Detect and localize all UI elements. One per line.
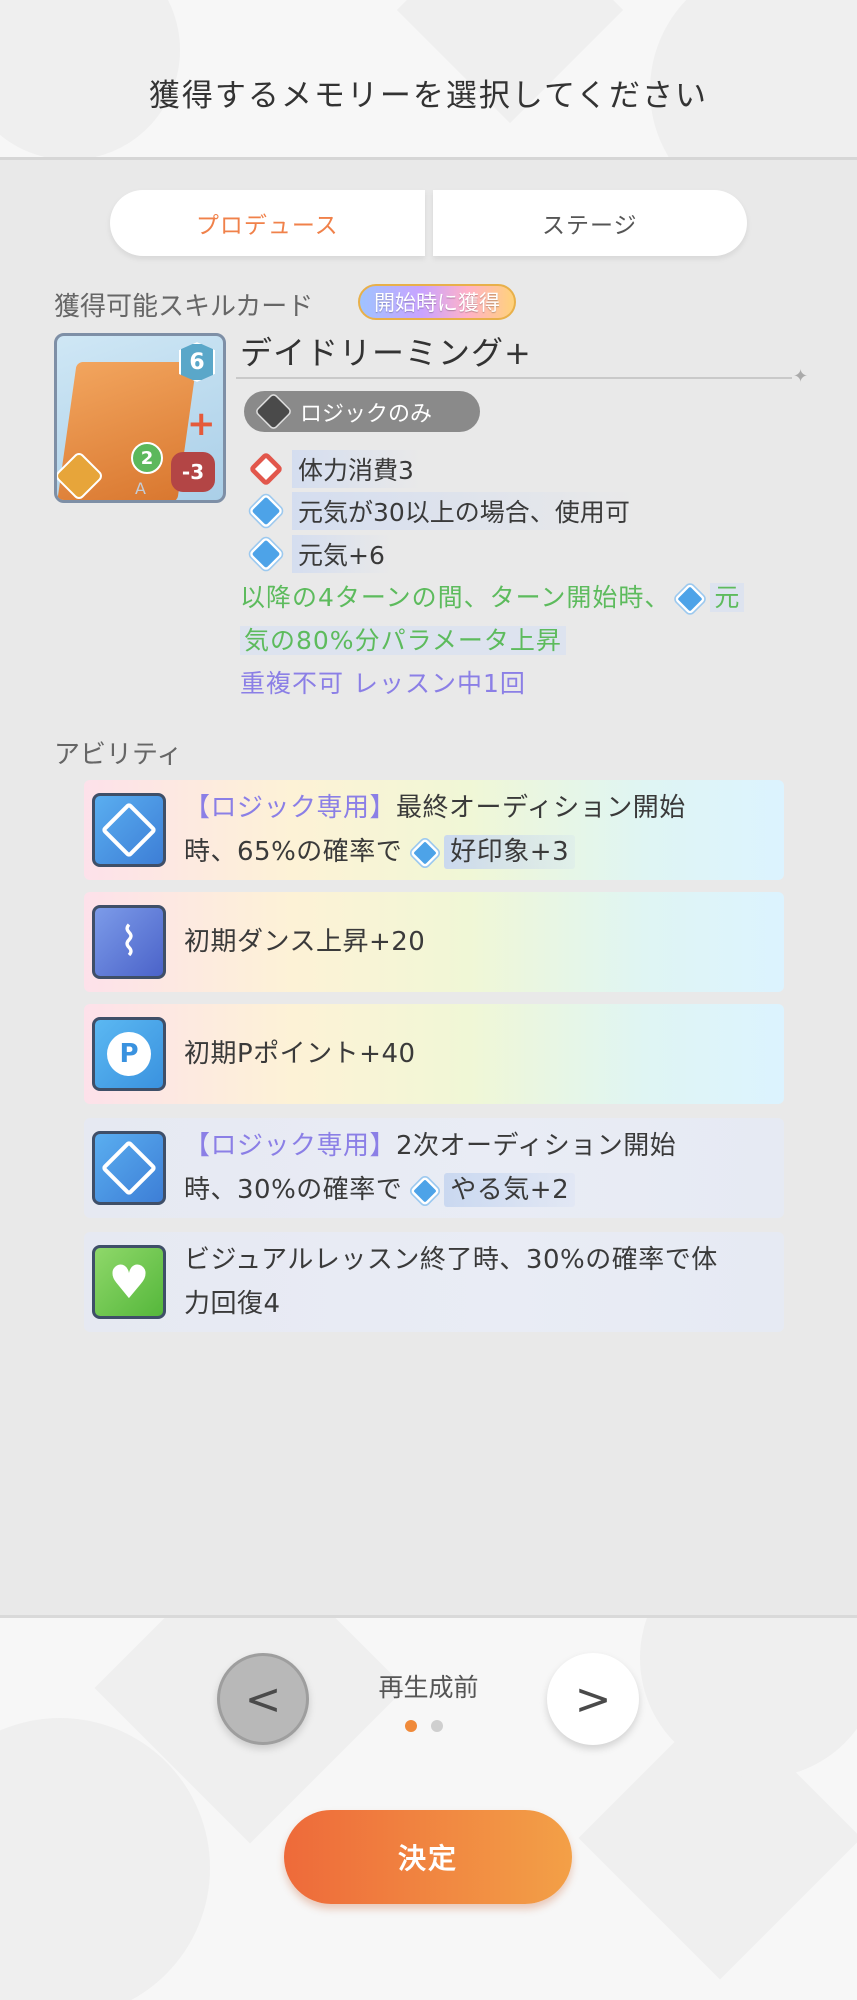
chevron-right-icon: >: [574, 1673, 612, 1725]
tab-stage[interactable]: ステージ: [432, 190, 747, 256]
ability-effect: 好印象+3: [444, 835, 576, 869]
ability-item: ♥ ビジュアルレッスン終了時、30%の確率で体 力回復4: [84, 1232, 784, 1332]
skill-card-name: デイドリーミング+: [240, 334, 532, 372]
effect-description-highlight: 元: [710, 583, 745, 612]
ability-line2: 時、65%の確率で: [184, 837, 403, 867]
effect-text: 体力消費3: [292, 450, 420, 488]
cost-badge: 6: [179, 342, 215, 382]
header: 獲得するメモリーを選択してください: [0, 0, 857, 160]
effect-text: 元気+6: [292, 535, 391, 573]
genki-icon: [248, 493, 284, 529]
effect-description-line2: 気の80%分パラメータ上昇: [240, 626, 566, 655]
skill-card-thumbnail[interactable]: 6 + 2 A -3: [54, 333, 226, 503]
type-pill: ロジックのみ: [244, 391, 480, 432]
ability-item: ⌇ 初期ダンス上昇+20: [84, 892, 784, 992]
ability-line1: ビジュアルレッスン終了時、30%の確率で体: [184, 1245, 718, 1275]
next-button[interactable]: >: [547, 1653, 639, 1745]
effect-text: 元気が30以上の場合、使用可: [292, 492, 636, 530]
level-badge: 2: [131, 442, 163, 474]
tab-bar: プロデュース ステージ: [110, 190, 747, 256]
ability-effect: やる気+2: [444, 1173, 576, 1207]
stamina-cost-icon: [248, 451, 284, 487]
ability-line1: 2次オーディション開始: [396, 1131, 677, 1161]
ability-text: 【ロジック専用】2次オーディション開始 時、30%の確率で やる気+2: [184, 1124, 764, 1212]
effect-description: 以降の4ターンの間、ターン開始時、 元: [240, 578, 745, 615]
effect-description: 気の80%分パラメータ上昇: [240, 621, 566, 657]
acquire-at-start-badge: 開始時に獲得: [358, 284, 516, 320]
effect-row: 元気が30以上の場合、使用可: [248, 492, 636, 530]
dance-shoe-icon: ⌇: [92, 905, 166, 979]
good-impression-icon: [410, 837, 441, 868]
page-title: 獲得するメモリーを選択してください: [148, 78, 709, 114]
ability-text: ビジュアルレッスン終了時、30%の確率で体 力回復4: [184, 1238, 764, 1326]
motivation-icon: [410, 1175, 441, 1206]
divider: [236, 377, 792, 379]
logic-diamond-icon: [92, 1131, 166, 1205]
logic-icon: [254, 392, 293, 431]
effect-row: 体力消費3: [248, 450, 420, 488]
confirm-button[interactable]: 決定: [284, 1810, 572, 1904]
usage-limit-text: 重複不可 レッスン中1回: [240, 669, 526, 698]
rank-label: A: [135, 479, 146, 498]
heart-icon: ♥: [92, 1245, 166, 1319]
page-indicator: [405, 1720, 443, 1732]
ability-section-label: アビリティ: [54, 740, 183, 770]
p-point-icon: P: [92, 1017, 166, 1091]
page-dot-active: [405, 1720, 417, 1732]
ability-line2: 時、30%の確率で: [184, 1175, 403, 1205]
ability-item: 【ロジック専用】最終オーディション開始 時、65%の確率で 好印象+3: [84, 780, 784, 880]
ability-text: 初期ダンス上昇+20: [184, 927, 426, 957]
logic-diamond-icon: [92, 793, 166, 867]
skill-section-label: 獲得可能スキルカード: [54, 292, 314, 322]
effect-row: 元気+6: [248, 535, 391, 573]
genki-icon: [248, 536, 284, 572]
type-pill-label: ロジックのみ: [300, 401, 433, 427]
ability-tag: 【ロジック専用】: [184, 793, 397, 823]
hp-cost-badge: -3: [171, 452, 215, 492]
ability-item: 【ロジック専用】2次オーディション開始 時、30%の確率で やる気+2: [84, 1118, 784, 1218]
ability-tag: 【ロジック専用】: [184, 1131, 397, 1161]
tab-produce[interactable]: プロデュース: [110, 190, 425, 256]
genki-icon: [674, 583, 707, 615]
effect-description-line1: 以降の4ターンの間、ターン開始時、: [240, 583, 671, 612]
ability-line1: 最終オーディション開始: [396, 793, 686, 823]
ability-line2: 力回復4: [184, 1289, 281, 1319]
ability-text: 初期Pポイント+40: [184, 1039, 416, 1069]
plus-icon: +: [187, 404, 216, 444]
pager-label: 再生成前: [378, 1673, 479, 1702]
page-dot: [431, 1720, 443, 1732]
ability-text: 【ロジック専用】最終オーディション開始 時、65%の確率で 好印象+3: [184, 786, 764, 874]
sparkle-icon: ✦: [793, 366, 809, 387]
ability-item: P 初期Pポイント+40: [84, 1004, 784, 1104]
